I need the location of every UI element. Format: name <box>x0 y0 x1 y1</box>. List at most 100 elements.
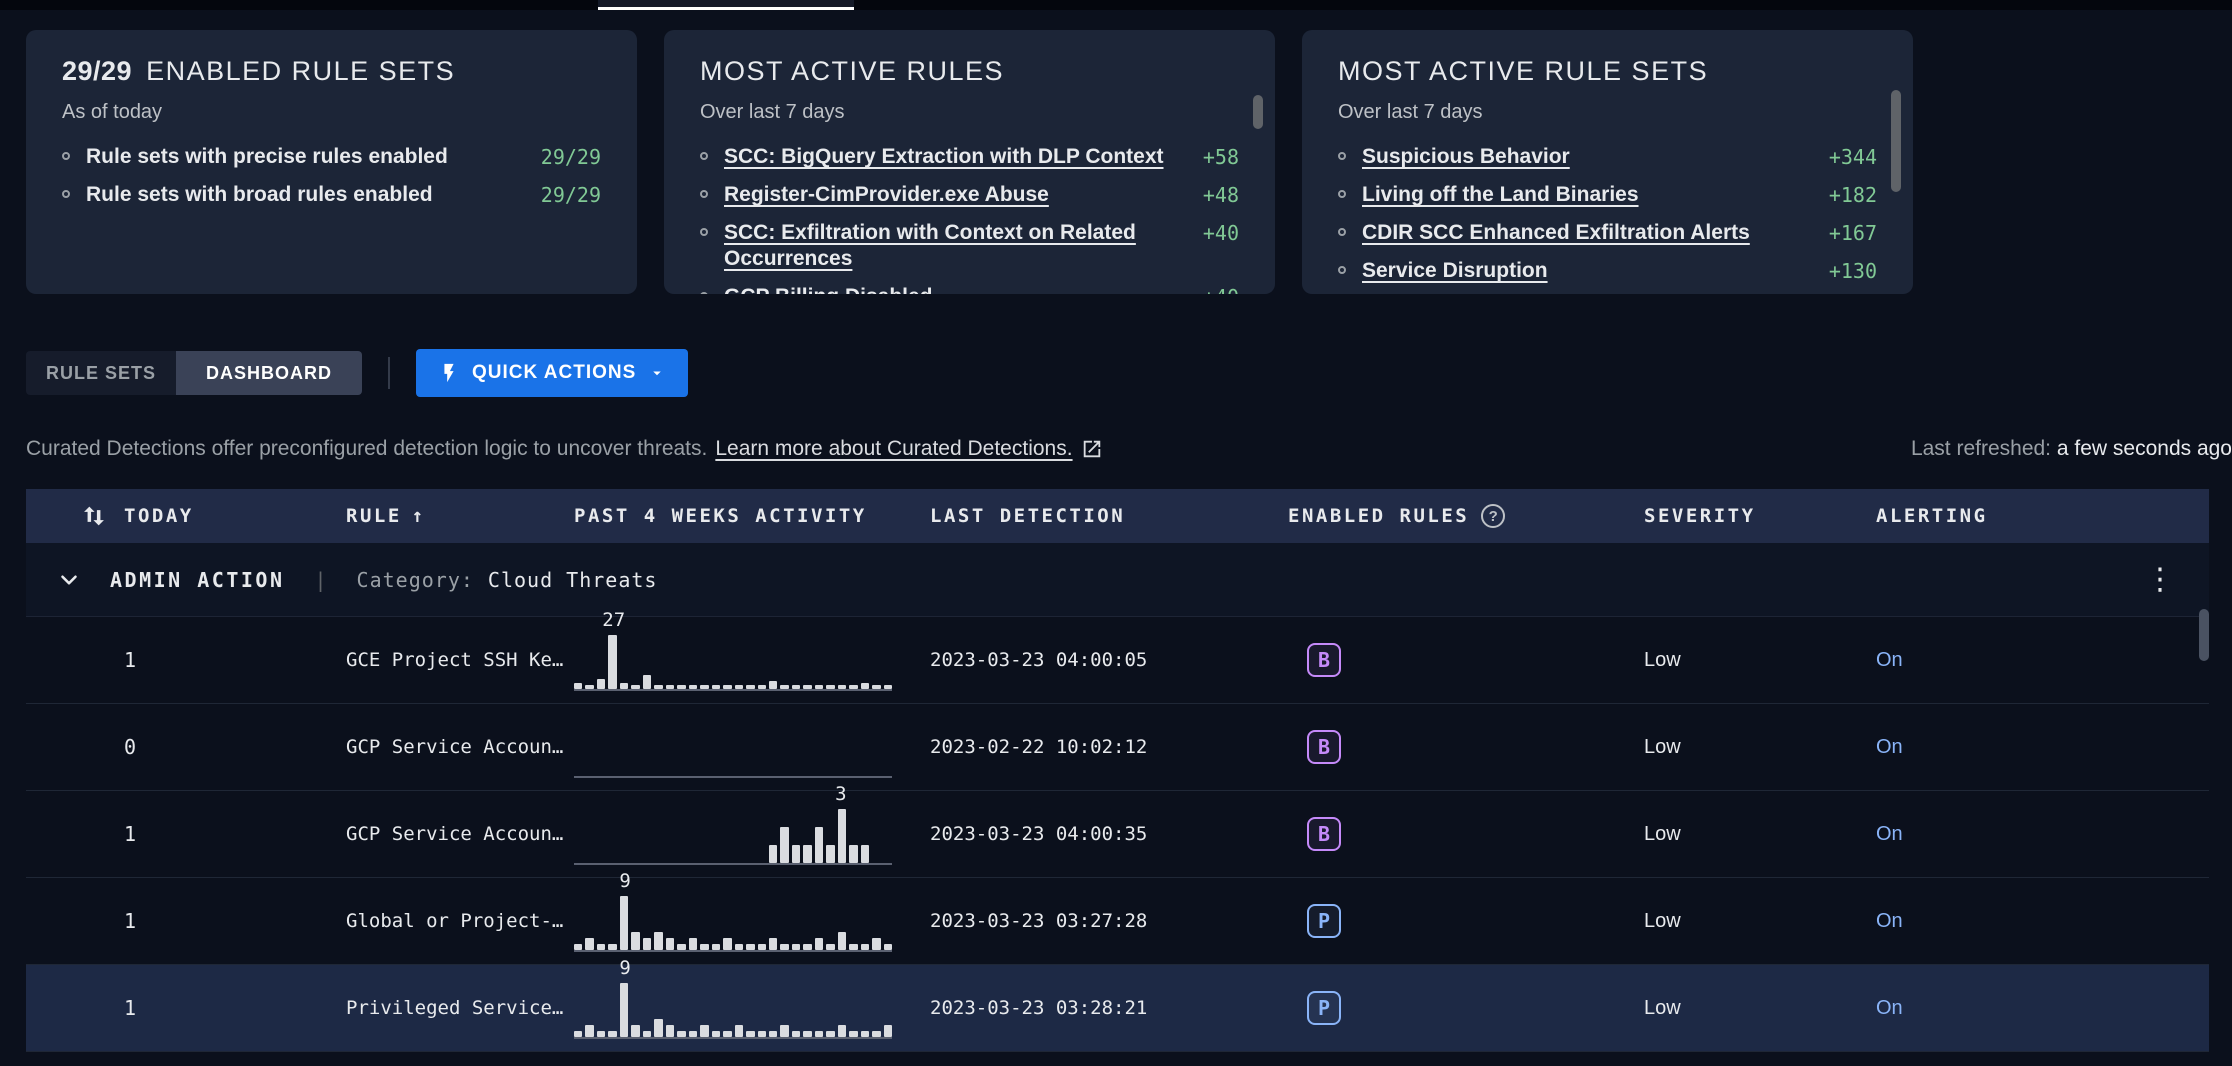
list-item[interactable]: Register-CimProvider.exe Abuse +48 <box>700 182 1239 208</box>
table-scrollbar[interactable] <box>2199 609 2209 661</box>
rule-name[interactable]: Global or Project-… <box>346 910 574 932</box>
col-rule[interactable]: RULE <box>346 505 402 527</box>
list-item[interactable]: SCC: BigQuery Extraction with DLP Contex… <box>700 144 1239 170</box>
enabled-rules-badge[interactable]: P <box>1307 904 1341 938</box>
col-alerting[interactable]: ALERTING <box>1876 505 2209 527</box>
col-activity[interactable]: PAST 4 WEEKS ACTIVITY <box>574 505 930 527</box>
tab-dashboard[interactable]: DASHBOARD <box>176 351 362 395</box>
activity-sparkline: 9 <box>574 896 892 952</box>
rule-name[interactable]: GCP Service Accoun… <box>346 736 574 758</box>
rule-link[interactable]: SCC: Exfiltration with Context on Relate… <box>724 220 1167 272</box>
card-list: Rule sets with precise rules enabled 29/… <box>62 144 601 208</box>
external-link-icon[interactable] <box>1081 438 1103 460</box>
item-value: 29/29 <box>521 182 601 208</box>
enabled-rules-badge[interactable]: B <box>1307 643 1341 677</box>
card-title-text: ENABLED RULE SETS <box>146 56 455 87</box>
table-row[interactable]: 1 GCE Project SSH Ke… 27 2023-03-23 04:0… <box>26 617 2209 704</box>
alerting-status[interactable]: On <box>1876 910 2209 933</box>
activity-sparkline: 27 <box>574 635 892 691</box>
rule-name[interactable]: GCP Service Accoun… <box>346 823 574 845</box>
group-name: ADMIN ACTION <box>110 568 285 592</box>
rule-link[interactable]: SCC: BigQuery Extraction with DLP Contex… <box>724 144 1167 170</box>
bullet-icon <box>700 228 708 236</box>
enabled-rule-sets-stat: 29/29 <box>62 56 132 87</box>
rule-name[interactable]: Privileged Service… <box>346 997 574 1019</box>
bullet-icon <box>700 190 708 198</box>
today-count: 1 <box>26 648 346 672</box>
bullet-icon <box>700 292 708 294</box>
chevron-down-icon[interactable] <box>56 567 82 593</box>
rule-set-link[interactable]: Service Disruption <box>1362 258 1793 284</box>
enabled-rules-badge[interactable]: B <box>1307 730 1341 764</box>
col-severity[interactable]: SEVERITY <box>1644 505 1876 527</box>
item-label: Rule sets with broad rules enabled <box>86 182 505 208</box>
table-row[interactable]: 1 Global or Project-… 9 2023-03-23 03:27… <box>26 878 2209 965</box>
card-title: MOST ACTIVE RULES <box>700 56 1239 87</box>
alerting-status[interactable]: On <box>1876 736 2209 759</box>
card-most-active-rules: MOST ACTIVE RULES Over last 7 days SCC: … <box>664 30 1275 294</box>
col-enabled-rules[interactable]: ENABLED RULES <box>1288 505 1469 527</box>
card-title-text: MOST ACTIVE RULE SETS <box>1338 56 1708 87</box>
table-row[interactable]: 0 GCP Service Accoun… 2023-02-22 10:02:1… <box>26 704 2209 791</box>
learn-more-link[interactable]: Learn more about Curated Detections. <box>715 437 1072 461</box>
kebab-menu-icon[interactable]: ⋮ <box>2137 565 2183 595</box>
today-count: 1 <box>26 822 346 846</box>
list-item: Rule sets with broad rules enabled 29/29 <box>62 182 601 208</box>
description-text: Curated Detections offer preconfigured d… <box>26 437 707 461</box>
table-row[interactable]: 1 Privileged Service… 9 2023-03-23 03:28… <box>26 965 2209 1052</box>
col-last-detection[interactable]: LAST DETECTION <box>930 505 1288 527</box>
list-item[interactable]: Living off the Land Binaries +182 <box>1338 182 1877 208</box>
enabled-rules-badge[interactable]: B <box>1307 817 1341 851</box>
card-title: 29/29 ENABLED RULE SETS <box>62 56 601 87</box>
sort-asc-icon[interactable]: ↑ <box>412 505 426 527</box>
bullet-icon <box>700 152 708 160</box>
list-item: Rule sets with precise rules enabled 29/… <box>62 144 601 170</box>
group-divider: | <box>315 568 327 592</box>
activity-sparkline <box>574 722 892 778</box>
summary-cards: 29/29 ENABLED RULE SETS As of today Rule… <box>26 30 2232 294</box>
last-detection: 2023-03-23 04:00:35 <box>930 823 1288 845</box>
sort-swap-icon[interactable] <box>80 502 108 530</box>
bullet-icon <box>1338 266 1346 274</box>
alerting-status[interactable]: On <box>1876 823 2209 846</box>
top-tab-strip <box>0 0 2232 10</box>
help-icon[interactable]: ? <box>1481 504 1505 528</box>
item-value: +130 <box>1809 258 1877 284</box>
active-tab-underline <box>598 0 854 10</box>
col-today[interactable]: TODAY <box>124 505 194 527</box>
last-refreshed: Last refreshed: a few seconds ago <box>1911 437 2232 461</box>
alerting-status[interactable]: On <box>1876 997 2209 1020</box>
item-label: Rule sets with precise rules enabled <box>86 144 505 170</box>
severity: Low <box>1644 997 1876 1020</box>
rule-set-link[interactable]: CDIR SCC Enhanced Exfiltration Alerts <box>1362 220 1793 246</box>
last-refreshed-value: a few seconds ago <box>2057 437 2232 460</box>
lightning-bolt-icon <box>438 362 460 384</box>
rule-name[interactable]: GCE Project SSH Ke… <box>346 649 574 671</box>
today-count: 1 <box>26 909 346 933</box>
alerting-status[interactable]: On <box>1876 649 2209 672</box>
quick-actions-button[interactable]: QUICK ACTIONS <box>416 349 688 397</box>
list-item[interactable]: CDIR SCC Enhanced Exfiltration Alerts +1… <box>1338 220 1877 246</box>
rule-link[interactable]: Register-CimProvider.exe Abuse <box>724 182 1167 208</box>
list-item[interactable]: Service Disruption +130 <box>1338 258 1877 284</box>
rule-set-link[interactable]: Suspicious Behavior <box>1362 144 1793 170</box>
card-scrollbar[interactable] <box>1891 90 1901 192</box>
curated-detections-table: TODAY RULE ↑ PAST 4 WEEKS ACTIVITY LAST … <box>26 489 2209 1052</box>
view-switcher: RULE SETS DASHBOARD <box>26 351 362 395</box>
rule-link[interactable]: GCP Billing Disabled <box>724 284 1167 294</box>
list-item[interactable]: GCP Billing Disabled +40 <box>700 284 1239 294</box>
rule-set-link[interactable]: Living off the Land Binaries <box>1362 182 1793 208</box>
description-row: Curated Detections offer preconfigured d… <box>26 437 2232 461</box>
severity: Low <box>1644 910 1876 933</box>
severity: Low <box>1644 736 1876 759</box>
quick-actions-label: QUICK ACTIONS <box>472 362 636 384</box>
severity: Low <box>1644 823 1876 846</box>
table-row[interactable]: 1 GCP Service Accoun… 3 2023-03-23 04:00… <box>26 791 2209 878</box>
enabled-rules-badge[interactable]: P <box>1307 991 1341 1025</box>
card-scrollbar[interactable] <box>1253 95 1263 129</box>
list-item[interactable]: SCC: Exfiltration with Context on Relate… <box>700 220 1239 272</box>
table-header: TODAY RULE ↑ PAST 4 WEEKS ACTIVITY LAST … <box>26 489 2209 543</box>
tab-rule-sets[interactable]: RULE SETS <box>26 351 176 395</box>
list-item[interactable]: Suspicious Behavior +344 <box>1338 144 1877 170</box>
group-row-admin-action[interactable]: ADMIN ACTION | Category: Cloud Threats ⋮ <box>26 543 2209 617</box>
